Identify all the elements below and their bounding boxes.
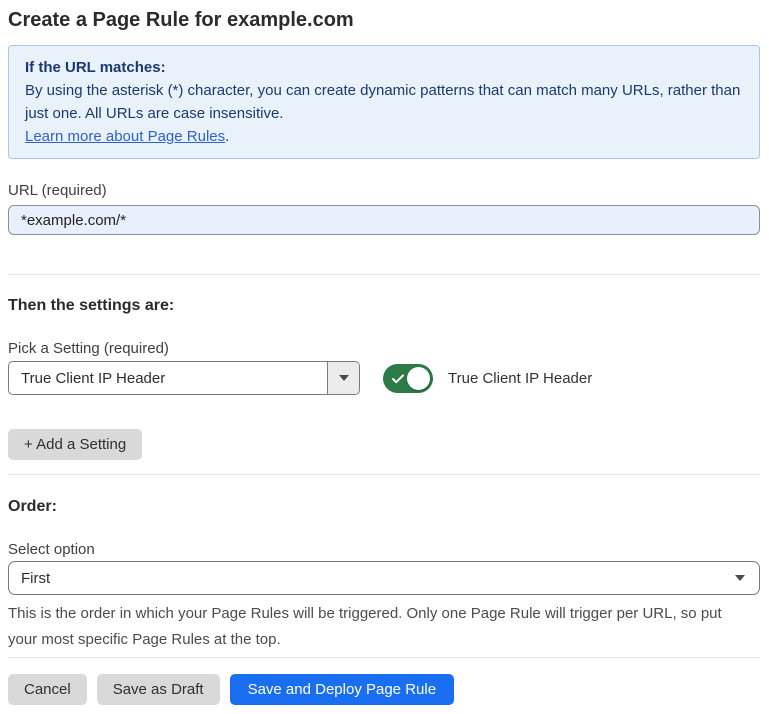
- info-box-heading: If the URL matches:: [25, 56, 743, 79]
- setting-picker-label: Pick a Setting (required): [8, 339, 760, 359]
- learn-more-link[interactable]: Learn more about Page Rules: [25, 128, 225, 145]
- info-box-body: By using the asterisk (*) character, you…: [25, 79, 743, 125]
- setting-select-value: True Client IP Header: [9, 370, 165, 387]
- link-suffix: .: [225, 128, 229, 145]
- order-section-heading: Order:: [8, 496, 760, 518]
- toggle-knob: [407, 367, 430, 390]
- footer-buttons: Cancel Save as Draft Save and Deploy Pag…: [8, 674, 760, 705]
- order-select-caret-wrap: [735, 575, 759, 581]
- order-description: This is the order in which your Page Rul…: [8, 601, 753, 653]
- page-title: Create a Page Rule for example.com: [8, 6, 760, 34]
- divider: [8, 657, 760, 658]
- url-input[interactable]: [8, 205, 760, 235]
- true-client-ip-toggle[interactable]: [383, 364, 433, 393]
- chevron-down-icon: [339, 375, 349, 381]
- url-match-info-box: If the URL matches: By using the asteris…: [8, 45, 760, 159]
- setting-select[interactable]: True Client IP Header: [8, 361, 360, 395]
- toggle-label: True Client IP Header: [448, 370, 592, 387]
- info-box-link-line: Learn more about Page Rules.: [25, 125, 743, 148]
- check-icon: [392, 374, 404, 384]
- divider: [8, 274, 760, 275]
- chevron-down-icon: [735, 575, 745, 581]
- add-setting-button[interactable]: + Add a Setting: [8, 429, 142, 460]
- order-select[interactable]: First: [8, 561, 760, 595]
- divider: [8, 474, 760, 475]
- order-select-label: Select option: [8, 540, 760, 560]
- save-as-draft-button[interactable]: Save as Draft: [97, 674, 220, 705]
- page-rule-form: Create a Page Rule for example.com If th…: [0, 6, 769, 705]
- cancel-button[interactable]: Cancel: [8, 674, 87, 705]
- save-and-deploy-button[interactable]: Save and Deploy Page Rule: [230, 674, 454, 705]
- settings-section-heading: Then the settings are:: [8, 295, 760, 317]
- setting-select-arrow-button[interactable]: [327, 362, 359, 394]
- url-label: URL (required): [8, 181, 760, 201]
- order-select-value: First: [9, 570, 50, 587]
- setting-picker-row: True Client IP Header True Client IP Hea…: [8, 361, 760, 395]
